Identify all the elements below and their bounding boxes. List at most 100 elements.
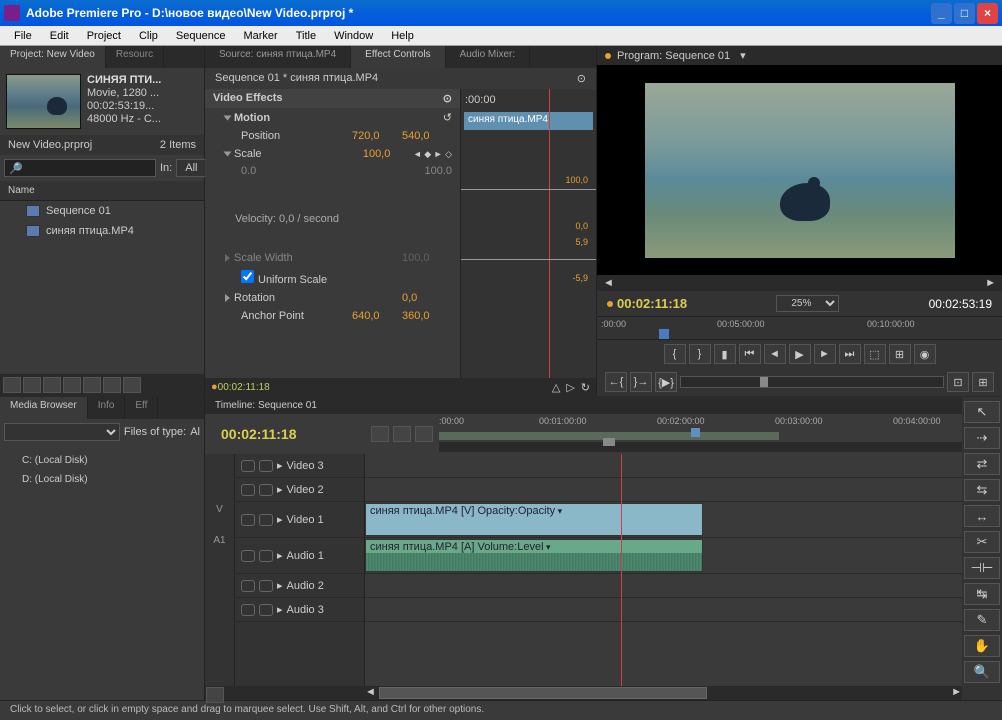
scrollbar-thumb[interactable] [379, 687, 707, 699]
prev-edit-button[interactable]: ◄ [603, 277, 614, 289]
zoom-tool[interactable]: 🔍 [964, 661, 1000, 683]
audio-clip[interactable]: синяя птица.MP4 [A] Volume:Level ▾ [365, 539, 703, 572]
drive-c[interactable]: C: (Local Disk) [4, 451, 200, 470]
go-prev-button[interactable]: ⏮ [739, 344, 761, 364]
track-header-a2[interactable]: ▸Audio 2 [235, 574, 364, 598]
delete-button[interactable] [123, 377, 141, 393]
scale-value[interactable]: 100,0 [363, 148, 413, 160]
menu-marker[interactable]: Marker [235, 28, 285, 44]
timeline-timecode[interactable]: 00:02:11:18 [205, 426, 365, 442]
slide-tool[interactable]: ↹ [964, 583, 1000, 605]
menu-file[interactable]: File [6, 28, 40, 44]
mb-select[interactable] [4, 423, 120, 441]
eye-icon[interactable] [241, 514, 255, 526]
go-out-button[interactable]: }→ [630, 372, 652, 392]
settings-button[interactable] [415, 426, 433, 442]
timeline-playhead[interactable] [621, 454, 622, 686]
rotation-value[interactable]: 0,0 [402, 292, 452, 304]
go-in-button[interactable]: ←{ [605, 372, 627, 392]
tab-project[interactable]: Project: New Video [0, 46, 106, 68]
menu-sequence[interactable]: Sequence [168, 28, 234, 44]
speaker-icon[interactable] [241, 604, 255, 616]
zoom-slider[interactable] [206, 687, 224, 703]
uniform-scale-checkbox[interactable] [241, 270, 254, 283]
selection-tool[interactable]: ↖ [964, 401, 1000, 423]
dropdown-icon[interactable]: ▾ [740, 49, 746, 62]
track-row-v3[interactable] [365, 454, 962, 478]
menu-window[interactable]: Window [326, 28, 381, 44]
keyframe-nav[interactable]: ◄ ◆ ► ◇ [413, 149, 452, 160]
drive-d[interactable]: D: (Local Disk) [4, 470, 200, 489]
step-fwd-button[interactable]: ► [814, 344, 836, 364]
speaker-icon[interactable] [241, 550, 255, 562]
effect-timeline[interactable]: :00:00 синяя птица.MP4 100,0 0,0 5,9 -5,… [460, 89, 596, 378]
zoom-handle[interactable] [603, 438, 615, 446]
lock-icon[interactable] [259, 514, 273, 526]
track-header-v1[interactable]: ▸Video 1 [235, 502, 364, 538]
ec-play-icon[interactable]: ▷ [566, 381, 574, 394]
timeline-scrollbar[interactable]: ◄► [205, 686, 962, 700]
ec-loop-icon[interactable]: ↻ [581, 381, 590, 394]
reset-icon[interactable]: ↺ [443, 111, 452, 124]
tab-resource[interactable]: Resourc [106, 46, 164, 68]
scrub-bar[interactable] [439, 442, 962, 452]
close-button[interactable]: × [977, 3, 998, 24]
list-view-button[interactable] [3, 377, 21, 393]
fx-motion-row[interactable]: Motion↺ [205, 108, 460, 127]
output-button[interactable]: ⊞ [972, 372, 994, 392]
ec-zoom-out-icon[interactable]: △ [552, 381, 560, 394]
next-edit-button[interactable]: ► [985, 277, 996, 289]
timeline-ruler[interactable]: :00:00 00:01:00:00 00:02:00:00 00:03:00:… [439, 414, 962, 454]
track-header-a3[interactable]: ▸Audio 3 [235, 598, 364, 622]
tab-effects[interactable]: Eff [125, 397, 158, 419]
lock-icon[interactable] [259, 484, 273, 496]
tab-audio-mixer[interactable]: Audio Mixer: [446, 46, 531, 68]
section-toggle-icon[interactable]: ⊙ [443, 92, 452, 105]
lift-button[interactable]: ⬚ [864, 344, 886, 364]
new-bin-button[interactable] [83, 377, 101, 393]
icon-view-button[interactable] [23, 377, 41, 393]
current-timecode[interactable]: 00:02:11:18 [617, 296, 687, 311]
menu-edit[interactable]: Edit [42, 28, 77, 44]
slip-tool[interactable]: ⊣⊢ [964, 557, 1000, 579]
tab-effect-controls[interactable]: Effect Controls [351, 46, 445, 68]
ripple-tool[interactable]: ⇄ [964, 453, 1000, 475]
mark-in-button[interactable]: { [664, 344, 686, 364]
play-button[interactable]: ▶ [789, 344, 811, 364]
timeline-content[interactable]: синяя птица.MP4 [V] Opacity:Opacity ▾ си… [365, 454, 962, 686]
speaker-icon[interactable] [241, 580, 255, 592]
track-row-v2[interactable] [365, 478, 962, 502]
track-row-v1[interactable]: синяя птица.MP4 [V] Opacity:Opacity ▾ [365, 502, 962, 538]
play-in-out-button[interactable]: {▶} [655, 372, 677, 392]
ec-toggle-icon[interactable]: ⊙ [577, 72, 586, 85]
maximize-button[interactable]: □ [954, 3, 975, 24]
scroll-left-icon[interactable]: ◄ [365, 686, 376, 698]
rate-tool[interactable]: ↔ [964, 505, 1000, 527]
disclosure-icon[interactable] [224, 152, 232, 157]
tab-source[interactable]: Source: синяя птица.MP4 [205, 46, 351, 68]
eye-icon[interactable] [241, 460, 255, 472]
lock-icon[interactable] [259, 580, 273, 592]
lock-icon[interactable] [259, 604, 273, 616]
find-button[interactable] [63, 377, 81, 393]
zoom-select[interactable]: 25% [776, 295, 839, 312]
playhead-marker[interactable] [659, 329, 669, 339]
ec-footer-timecode[interactable]: 00:02:11:18 [218, 382, 270, 393]
search-input[interactable] [4, 159, 156, 177]
anchor-y[interactable]: 360,0 [402, 310, 452, 322]
program-ruler[interactable]: :00:00 00:05:00:00 00:10:00:00 [597, 316, 1002, 340]
track-header-v2[interactable]: ▸Video 2 [235, 478, 364, 502]
video-preview[interactable] [597, 65, 1002, 275]
extract-button[interactable]: ⊞ [889, 344, 911, 364]
eye-icon[interactable] [241, 484, 255, 496]
track-row-a3[interactable] [365, 598, 962, 622]
go-next-button[interactable]: ⏭ [839, 344, 861, 364]
set-marker-button[interactable]: ▮ [714, 344, 736, 364]
col-name[interactable]: Name [0, 181, 204, 201]
menu-project[interactable]: Project [79, 28, 129, 44]
track-row-a2[interactable] [365, 574, 962, 598]
scroll-right-icon[interactable]: ► [951, 686, 962, 698]
disclosure-icon[interactable] [225, 294, 230, 302]
track-select-tool[interactable]: ⇢ [964, 427, 1000, 449]
pen-tool[interactable]: ✎ [964, 609, 1000, 631]
